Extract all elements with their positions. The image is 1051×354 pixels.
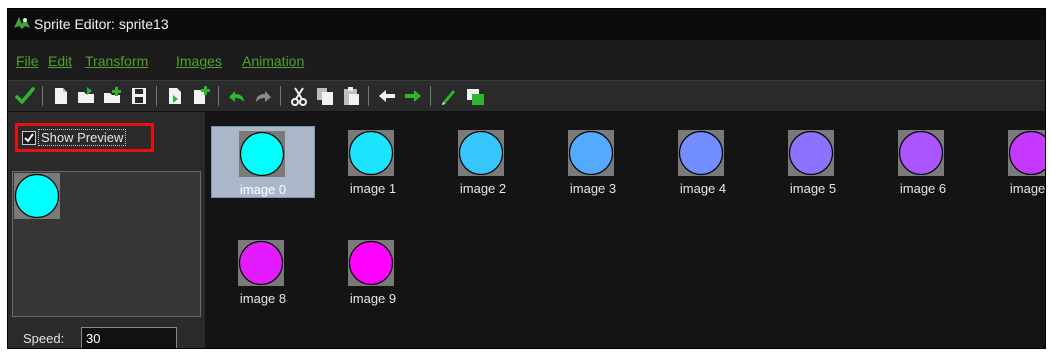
- circle-sprite-icon: [788, 130, 834, 176]
- image-label: image 0: [239, 182, 287, 197]
- image-cell-5[interactable]: image 5: [761, 126, 865, 198]
- image-thumbnail: [1008, 130, 1045, 176]
- toolbar: [8, 80, 1045, 112]
- image-thumbnail: [788, 130, 834, 176]
- image-cell-8[interactable]: image 8: [211, 236, 315, 308]
- circle-sprite-icon: [348, 130, 394, 176]
- edit-image-icon[interactable]: [438, 85, 460, 107]
- image-label: image 6: [899, 181, 947, 196]
- circle-sprite-icon: [458, 130, 504, 176]
- menu-animation[interactable]: Animation: [242, 53, 304, 69]
- image-thumbnail: [238, 240, 284, 286]
- image-thumbnail: [348, 130, 394, 176]
- sprite-editor-window: Sprite Editor: sprite13 File Edit Transf…: [7, 8, 1046, 349]
- window-title: Sprite Editor: sprite13: [34, 16, 169, 32]
- paste-icon[interactable]: [340, 85, 362, 107]
- transparency-icon[interactable]: [464, 85, 486, 107]
- cut-icon[interactable]: [288, 85, 310, 107]
- add-from-file-icon[interactable]: [102, 85, 124, 107]
- image-label: image 5: [789, 181, 837, 196]
- image-label: image 8: [239, 291, 287, 306]
- image-label: image 4: [679, 181, 727, 196]
- image-grid: image 0 image 1 image 2 image 3 image 4: [205, 112, 1045, 348]
- menu-edit[interactable]: Edit: [48, 53, 72, 69]
- new-sprite-icon[interactable]: [50, 85, 72, 107]
- add-image-icon[interactable]: [164, 85, 186, 107]
- redo-icon[interactable]: [252, 85, 274, 107]
- circle-sprite-icon: [348, 240, 394, 286]
- shift-left-icon[interactable]: [376, 85, 398, 107]
- app-logo-icon: [14, 17, 30, 29]
- circle-sprite-icon: [238, 240, 284, 286]
- image-cell-1[interactable]: image 1: [321, 126, 425, 198]
- circle-sprite-icon: [678, 130, 724, 176]
- image-thumbnail: [458, 130, 504, 176]
- open-sprite-icon[interactable]: [76, 85, 98, 107]
- preview-panel: Show Preview Speed:: [8, 112, 205, 348]
- undo-icon[interactable]: [226, 85, 248, 107]
- copy-icon[interactable]: [314, 85, 336, 107]
- show-preview-label[interactable]: Show Preview: [38, 129, 127, 146]
- circle-sprite-icon: [239, 131, 285, 177]
- image-label: image 9: [349, 291, 397, 306]
- menu-file[interactable]: File: [16, 53, 39, 69]
- image-label: image 3: [569, 181, 617, 196]
- save-icon[interactable]: [128, 85, 150, 107]
- speed-label: Speed:: [23, 331, 65, 346]
- circle-sprite-icon: [568, 130, 614, 176]
- preview-image: [14, 173, 60, 219]
- show-preview-checkbox[interactable]: Show Preview: [15, 123, 154, 152]
- image-thumbnail: [239, 131, 285, 177]
- checkbox-box[interactable]: [22, 131, 36, 145]
- image-thumbnail: [898, 130, 944, 176]
- check-icon: [24, 133, 34, 143]
- image-cell-9[interactable]: image 9: [321, 236, 425, 308]
- image-cell-0[interactable]: image 0: [211, 126, 315, 198]
- image-cell-4[interactable]: image 4: [651, 126, 755, 198]
- menu-transform[interactable]: Transform: [85, 53, 148, 69]
- image-cell-7[interactable]: image 7: [981, 126, 1046, 198]
- preview-circle-icon: [14, 173, 60, 219]
- image-thumbnail: [568, 130, 614, 176]
- title-bar: Sprite Editor: sprite13: [8, 9, 1045, 40]
- speed-input[interactable]: [81, 327, 177, 348]
- shift-right-icon[interactable]: [402, 85, 424, 107]
- insert-image-icon[interactable]: [190, 85, 212, 107]
- image-cell-3[interactable]: image 3: [541, 126, 645, 198]
- menu-images[interactable]: Images: [176, 53, 222, 69]
- image-cell-6[interactable]: image 6: [871, 126, 975, 198]
- confirm-check-icon[interactable]: [14, 85, 36, 107]
- image-label: image 2: [459, 181, 507, 196]
- image-thumbnail: [348, 240, 394, 286]
- preview-area: [12, 171, 201, 317]
- image-cell-2[interactable]: image 2: [431, 126, 535, 198]
- image-label: image 7: [1009, 181, 1046, 196]
- circle-sprite-icon: [1008, 130, 1045, 176]
- image-label: image 1: [349, 181, 397, 196]
- image-thumbnail: [678, 130, 724, 176]
- circle-sprite-icon: [898, 130, 944, 176]
